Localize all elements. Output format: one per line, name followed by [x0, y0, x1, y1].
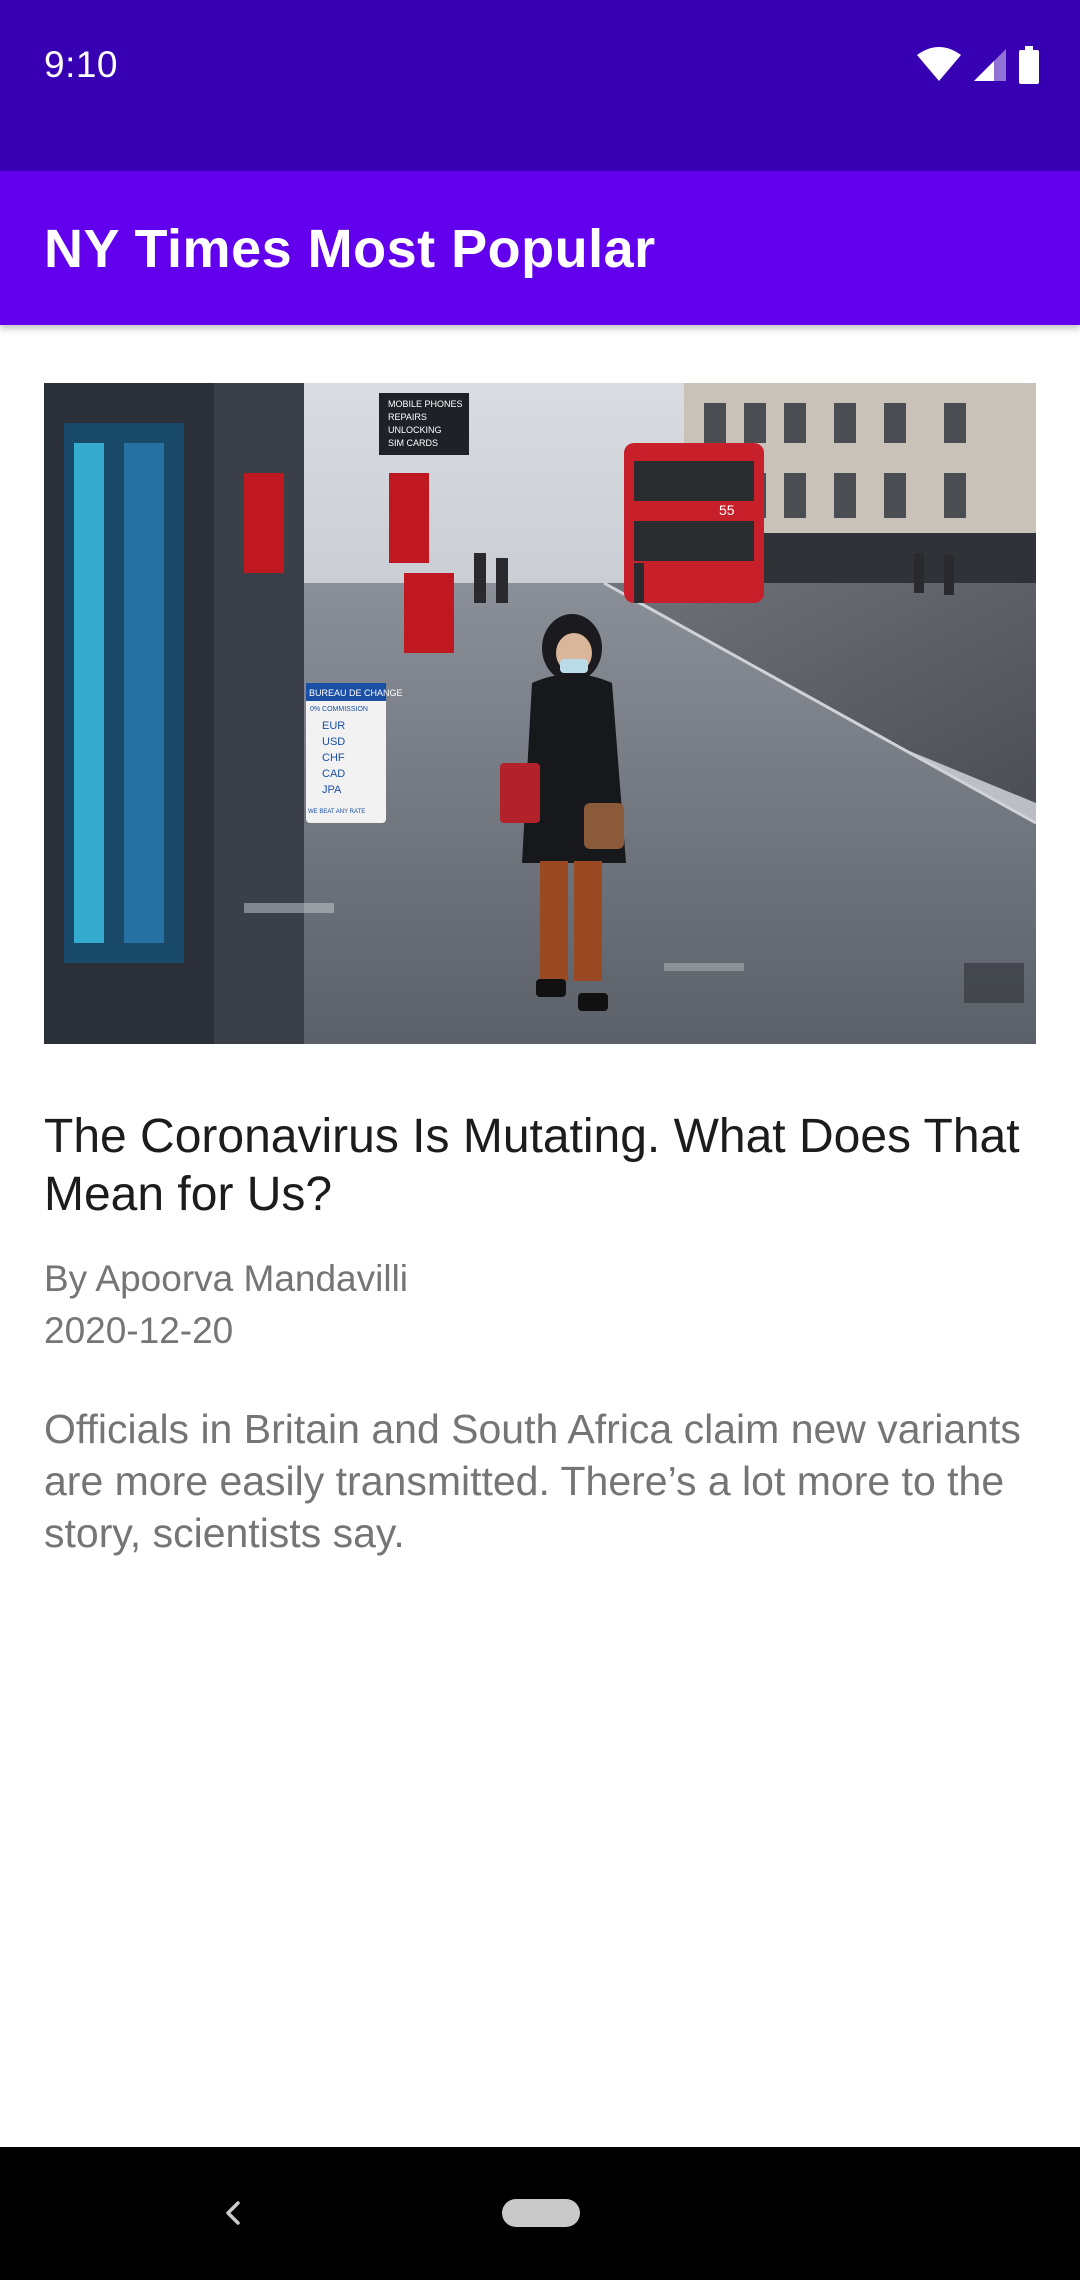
article-image: 55 MOBILE PHONES REPAIRS UNLOCKING SIM C… [44, 383, 1036, 1044]
exchange-board-currency: USD [322, 736, 345, 748]
status-time: 9:10 [44, 44, 119, 85]
exchange-board-currency: CHF [322, 752, 345, 764]
article-list: 55 MOBILE PHONES REPAIRS UNLOCKING SIM C… [0, 325, 1080, 2147]
navigation-bar [0, 2147, 1080, 2280]
article-byline: By Apoorva Mandavilli [44, 1258, 409, 1299]
article-date: 2020-12-20 [44, 1310, 234, 1351]
signal-icon [972, 47, 1008, 88]
shop-sign-line: SIM CARDS [388, 438, 438, 448]
app-title: NY Times Most Popular [44, 219, 656, 279]
shop-sign-line: UNLOCKING [388, 425, 442, 435]
exchange-board-currency: EUR [322, 720, 345, 732]
exchange-board-commission: 0% COMMISSION [310, 706, 368, 713]
shop-sign-line: REPAIRS [388, 412, 427, 422]
article-abstract: Officials in Britain and South Africa cl… [44, 1406, 1021, 1556]
back-icon[interactable] [218, 2193, 248, 2233]
battery-icon [1018, 45, 1040, 89]
app-bar: NY Times Most Popular [0, 171, 1080, 325]
status-bar: 9:10 [0, 0, 1080, 171]
home-pill-icon[interactable] [502, 2199, 580, 2227]
wifi-icon [916, 46, 962, 88]
exchange-board-footer: WE BEAT ANY RATE [308, 809, 365, 815]
exchange-board-currency: CAD [322, 768, 345, 780]
exchange-board-heading: BUREAU DE CHANGE [309, 688, 403, 698]
exchange-board-currency: JPA [322, 784, 342, 796]
shop-sign-line: MOBILE PHONES [388, 399, 463, 409]
article-title: The Coronavirus Is Mutating. What Does T… [44, 1110, 1020, 1221]
bus-route-label: 55 [719, 502, 735, 518]
status-icons [916, 45, 1040, 89]
